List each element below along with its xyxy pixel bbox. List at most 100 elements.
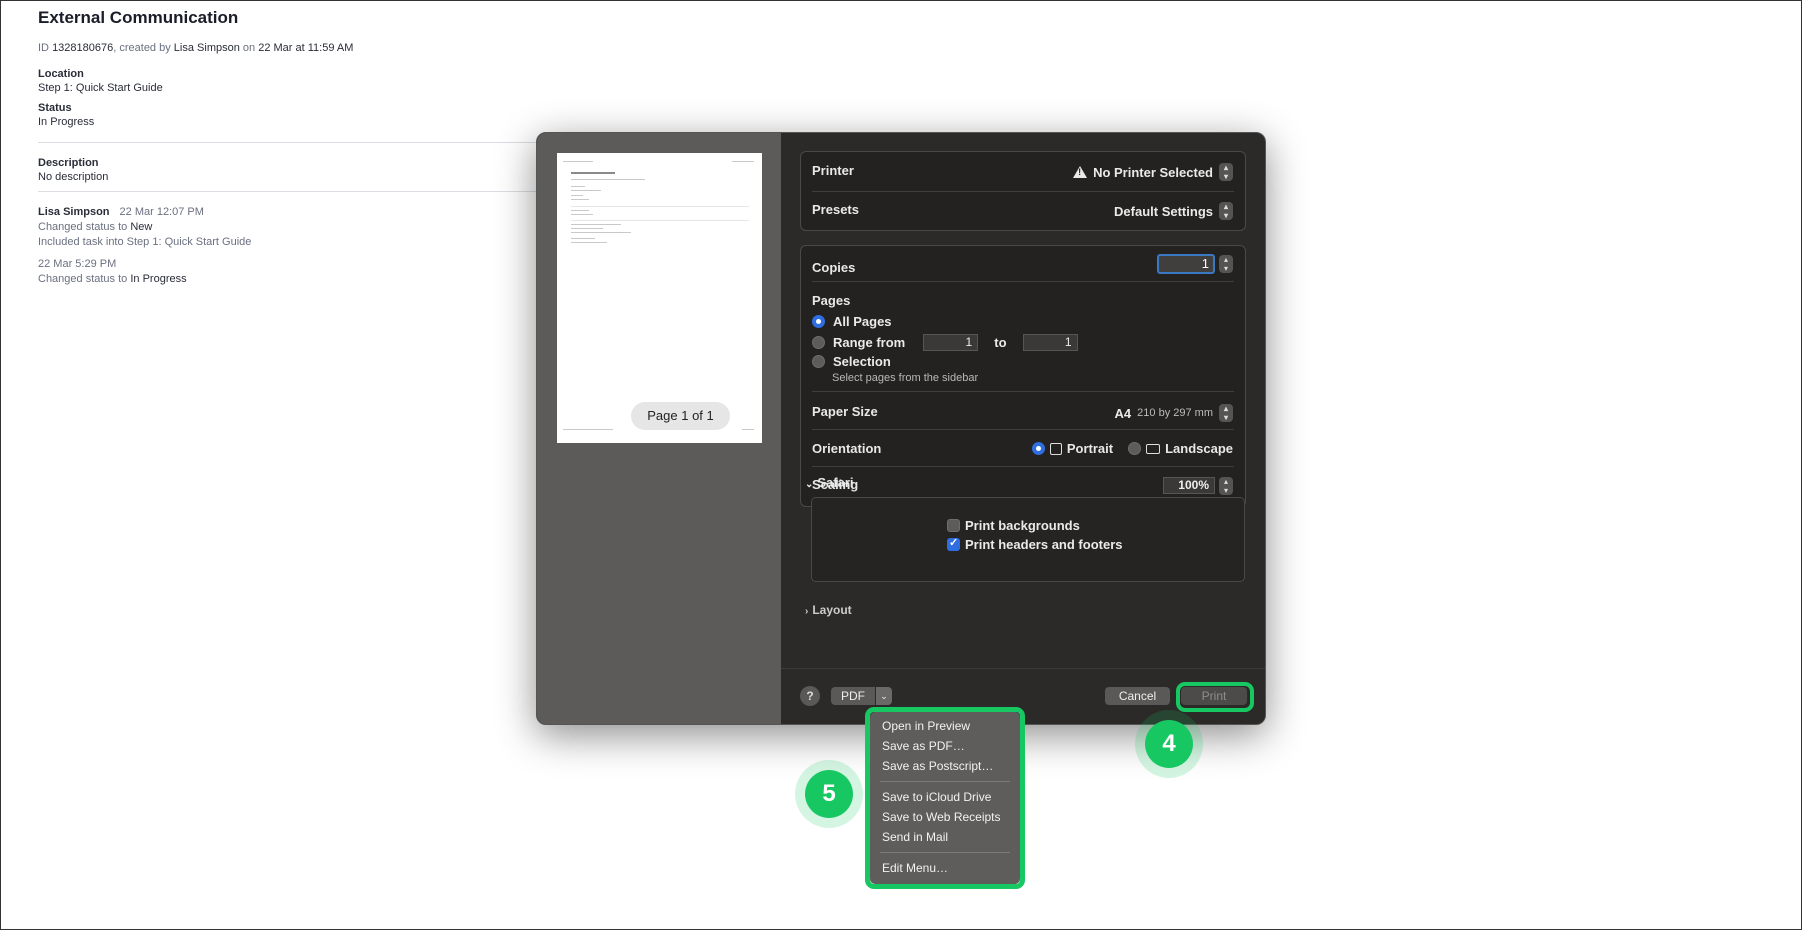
safari-section-toggle[interactable]: ⌄ Safari [805,475,854,490]
copies-input[interactable]: 1 [1157,254,1215,274]
pdf-button[interactable]: PDF ⌄ [831,687,892,705]
help-button[interactable]: ? [800,686,820,706]
status-label: Status [38,102,72,114]
safari-label: Safari [817,475,854,490]
range-start-input[interactable]: 1 [923,334,979,351]
scaling-input[interactable]: 100% [1163,477,1215,494]
menu-item-send-in-mail[interactable]: Send in Mail [870,827,1020,847]
chevron-down-icon: ⌄ [805,479,814,490]
description-value[interactable]: No description [38,171,598,183]
pdf-label[interactable]: PDF [831,687,875,705]
chevron-down-icon[interactable]: ⌄ [876,687,892,705]
paper-size-select[interactable]: A4 210 by 297 mm ▴ ▾ [1115,404,1233,422]
menu-item-edit-menu[interactable]: Edit Menu… [870,858,1020,878]
paper-size-row: Paper Size A4 210 by 297 mm ▴ ▾ [801,404,1245,422]
meta-id: 1328180676 [52,42,114,54]
print-headers-checkbox[interactable]: Print headers and footers [947,536,1123,552]
divider [812,466,1234,467]
print-backgrounds-label: Print backgrounds [965,518,1080,533]
range-from-label: Range from [833,335,906,350]
activity-status: New [130,221,153,233]
options-group: Copies 1 ▴ ▾ Pages All Pages Range from 1… [800,245,1246,507]
menu-item-save-to-web-receipts[interactable]: Save to Web Receipts [870,807,1020,827]
portrait-radio[interactable] [1031,442,1045,455]
pages-label: Pages [812,293,851,308]
print-dialog: Page 1 of 1 Printer No Printer Selected … [536,132,1266,725]
print-button-highlight [1176,682,1254,712]
orientation-row: Orientation Portrait Landscape [801,441,1245,459]
menu-separator [880,781,1010,782]
checkbox-checked-icon [947,536,960,551]
scaling-stepper[interactable]: ▴ ▾ [1219,477,1233,495]
paper-size-dims: 210 by 297 mm [1137,407,1213,419]
meta-created-by: , created by [113,42,171,54]
activity-text: Changed status to [38,273,128,285]
selection-label: Selection [833,354,891,369]
divider [812,281,1234,282]
selection-hint: Select pages from the sidebar [832,372,979,384]
presets-value: Default Settings [1114,203,1213,219]
pages-row: Pages [801,293,1245,311]
menu-item-save-as-postscript[interactable]: Save as Postscript… [870,756,1020,776]
print-backgrounds-checkbox[interactable]: Print backgrounds [947,518,1080,533]
selection-radio[interactable]: Selection [812,354,891,369]
printer-row: Printer No Printer Selected ▴▾ [801,163,1245,181]
activity-text: Changed status to [38,221,128,233]
divider [812,429,1234,430]
description-label: Description [38,157,99,169]
activity-author: Lisa Simpson [38,206,110,218]
copies-stepper[interactable]: ▴ ▾ [1219,255,1233,273]
orientation-label: Orientation [812,441,882,456]
activity-time: 22 Mar 5:29 PM [38,258,117,270]
meta-date: 22 Mar at 11:59 AM [258,42,354,54]
updown-chevron-icon: ▴ ▾ [1219,163,1233,181]
location-label: Location [38,68,84,80]
portrait-icon [1049,442,1062,455]
presets-select[interactable]: Default Settings ▴ ▾ [1114,202,1233,220]
status-value[interactable]: In Progress [38,116,598,128]
printer-group: Printer No Printer Selected ▴▾ Presets D… [800,151,1246,231]
landscape-radio[interactable] [1128,442,1142,455]
radio-icon [812,355,825,368]
location-value[interactable]: Step 1: Quick Start Guide [38,82,598,94]
menu-item-save-as-pdf[interactable]: Save as PDF… [870,736,1020,756]
radio-selected-icon [812,315,825,328]
printer-select[interactable]: No Printer Selected ▴▾ [1073,163,1233,181]
activity-status: In Progress [130,273,187,285]
meta-on: on [242,42,256,54]
landscape-label: Landscape [1165,441,1233,456]
range-end-input[interactable]: 1 [1022,334,1078,351]
updown-chevron-icon: ▴ ▾ [1219,404,1233,422]
radio-icon [812,336,825,349]
checkbox-icon [947,519,960,532]
paper-size-value: A4 [1114,405,1132,421]
range-to-label: to [994,335,1007,350]
print-headers-label: Print headers and footers [965,537,1123,552]
divider [38,191,578,192]
presets-label: Presets [812,202,859,217]
divider [812,191,1234,192]
task-meta: ID 1328180676, created by Lisa Simpson o… [38,42,598,54]
divider [812,391,1234,392]
layout-section-toggle[interactable]: › Layout [805,603,852,617]
presets-row: Presets Default Settings ▴ ▾ [801,202,1245,220]
divider [38,142,578,143]
activity-time: 22 Mar 12:07 PM [119,206,204,218]
menu-item-save-to-icloud[interactable]: Save to iCloud Drive [870,787,1020,807]
page-thumbnail[interactable]: Page 1 of 1 [557,153,762,443]
menu-item-open-in-preview[interactable]: Open in Preview [870,716,1020,736]
all-pages-radio[interactable]: All Pages [812,314,892,329]
task-page: External Communication ID 1328180676, cr… [38,8,598,285]
range-radio[interactable]: Range from 1 to 1 [812,334,1078,351]
printer-value: No Printer Selected [1093,164,1213,180]
page-title: External Communication [38,8,239,27]
orientation-options: Portrait Landscape [1031,441,1233,456]
activity-text: Included task into Step 1: Quick Start G… [38,236,252,248]
step-5-badge: 5 [805,770,853,818]
chevron-right-icon: › [805,606,809,617]
activity-item: 22 Mar 5:29 PM Changed status to In Prog… [38,258,598,285]
meta-author[interactable]: Lisa Simpson [174,42,240,54]
step-4-badge: 4 [1145,720,1193,768]
cancel-button[interactable]: Cancel [1105,687,1170,705]
preview-sidebar: Page 1 of 1 [537,133,781,724]
